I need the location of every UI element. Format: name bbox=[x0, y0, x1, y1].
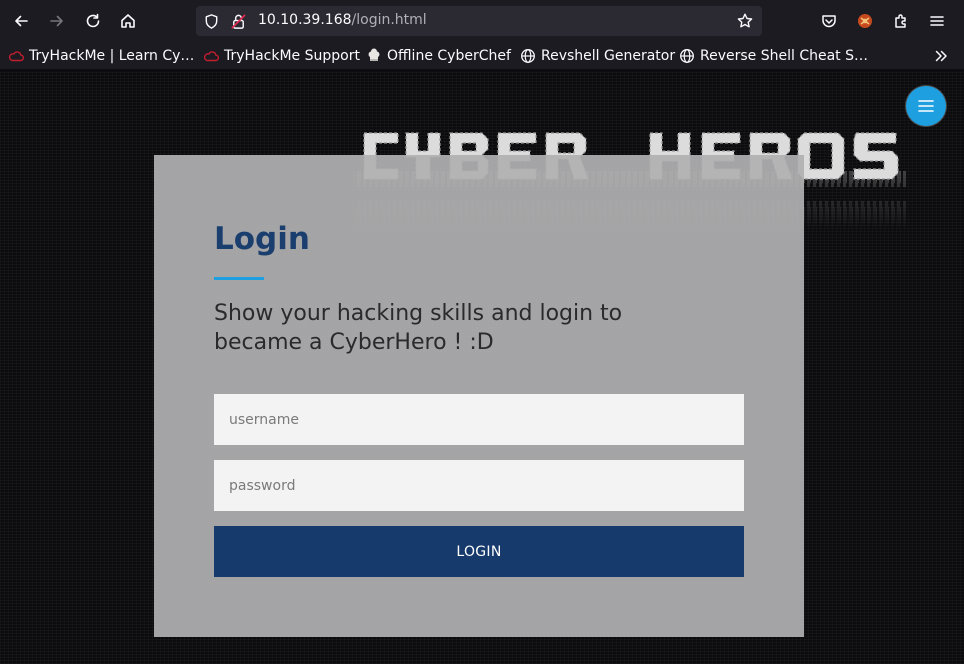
bookmark-offline-cyberchef[interactable]: Offline CyberChef bbox=[366, 46, 511, 66]
tryhackme-icon bbox=[8, 48, 24, 64]
hamburger-icon bbox=[918, 100, 934, 112]
pocket-button[interactable] bbox=[814, 6, 844, 36]
bookmarks-overflow-button[interactable] bbox=[930, 46, 952, 66]
password-input[interactable] bbox=[214, 460, 744, 511]
extension-button[interactable] bbox=[850, 6, 880, 36]
username-input[interactable] bbox=[214, 394, 744, 445]
chevron-double-right-icon bbox=[935, 50, 947, 62]
back-button[interactable] bbox=[6, 6, 36, 36]
browser-toolbar: 10.10.39.168/login.html bbox=[0, 0, 964, 42]
url-bar[interactable]: 10.10.39.168/login.html bbox=[196, 6, 762, 36]
nav-menu-button[interactable] bbox=[906, 86, 946, 126]
chef-icon bbox=[366, 48, 382, 64]
star-icon[interactable] bbox=[736, 12, 754, 30]
home-button[interactable] bbox=[113, 6, 143, 36]
insecure-lock-icon[interactable] bbox=[229, 12, 247, 30]
bookmark-revshell-generator[interactable]: Revshell Generator bbox=[520, 46, 675, 66]
app-menu-button[interactable] bbox=[922, 6, 952, 36]
bookmarks-bar: TryHackMe | Learn Cy… TryHackMe Support … bbox=[0, 42, 964, 70]
login-title: Login bbox=[214, 221, 310, 257]
arrow-left-icon bbox=[15, 15, 28, 27]
url-path: /login.html bbox=[351, 12, 427, 28]
bookmark-reverse-shell-cheat[interactable]: Reverse Shell Cheat S… bbox=[679, 46, 868, 66]
bookmark-tryhackme-support[interactable]: TryHackMe Support bbox=[203, 46, 360, 66]
bookmark-label: Reverse Shell Cheat S… bbox=[700, 48, 868, 64]
login-subtitle: Show your hacking skills and login to be… bbox=[214, 301, 623, 355]
menu-icon bbox=[930, 16, 944, 26]
arrow-right-icon bbox=[50, 15, 63, 27]
home-icon bbox=[121, 14, 135, 28]
globe-icon bbox=[520, 48, 536, 64]
pocket-icon bbox=[822, 15, 836, 28]
bookmark-label: TryHackMe | Learn Cy… bbox=[29, 48, 195, 64]
extensions-button[interactable] bbox=[886, 6, 916, 36]
tryhackme-icon bbox=[203, 48, 219, 64]
bookmark-label: Offline CyberChef bbox=[387, 48, 511, 64]
url-host: 10.10.39.168 bbox=[258, 12, 352, 28]
url-text[interactable]: 10.10.39.168/login.html bbox=[258, 12, 427, 28]
bookmark-tryhackme-learn[interactable]: TryHackMe | Learn Cy… bbox=[8, 46, 194, 66]
puzzle-icon bbox=[895, 14, 906, 28]
globe-icon bbox=[679, 48, 695, 64]
title-underline bbox=[214, 277, 264, 280]
shield-icon[interactable] bbox=[202, 12, 220, 30]
login-button[interactable]: LOGIN bbox=[214, 526, 744, 577]
reload-icon bbox=[86, 13, 100, 28]
bookmark-label: Revshell Generator bbox=[541, 48, 676, 64]
extension-icon bbox=[858, 14, 872, 28]
bookmark-label: TryHackMe Support bbox=[224, 48, 360, 64]
reload-button[interactable] bbox=[78, 6, 108, 36]
forward-button[interactable] bbox=[42, 6, 72, 36]
login-card: Login Show your hacking skills and login… bbox=[154, 155, 804, 637]
page-viewport: Login Show your hacking skills and login… bbox=[0, 71, 964, 664]
